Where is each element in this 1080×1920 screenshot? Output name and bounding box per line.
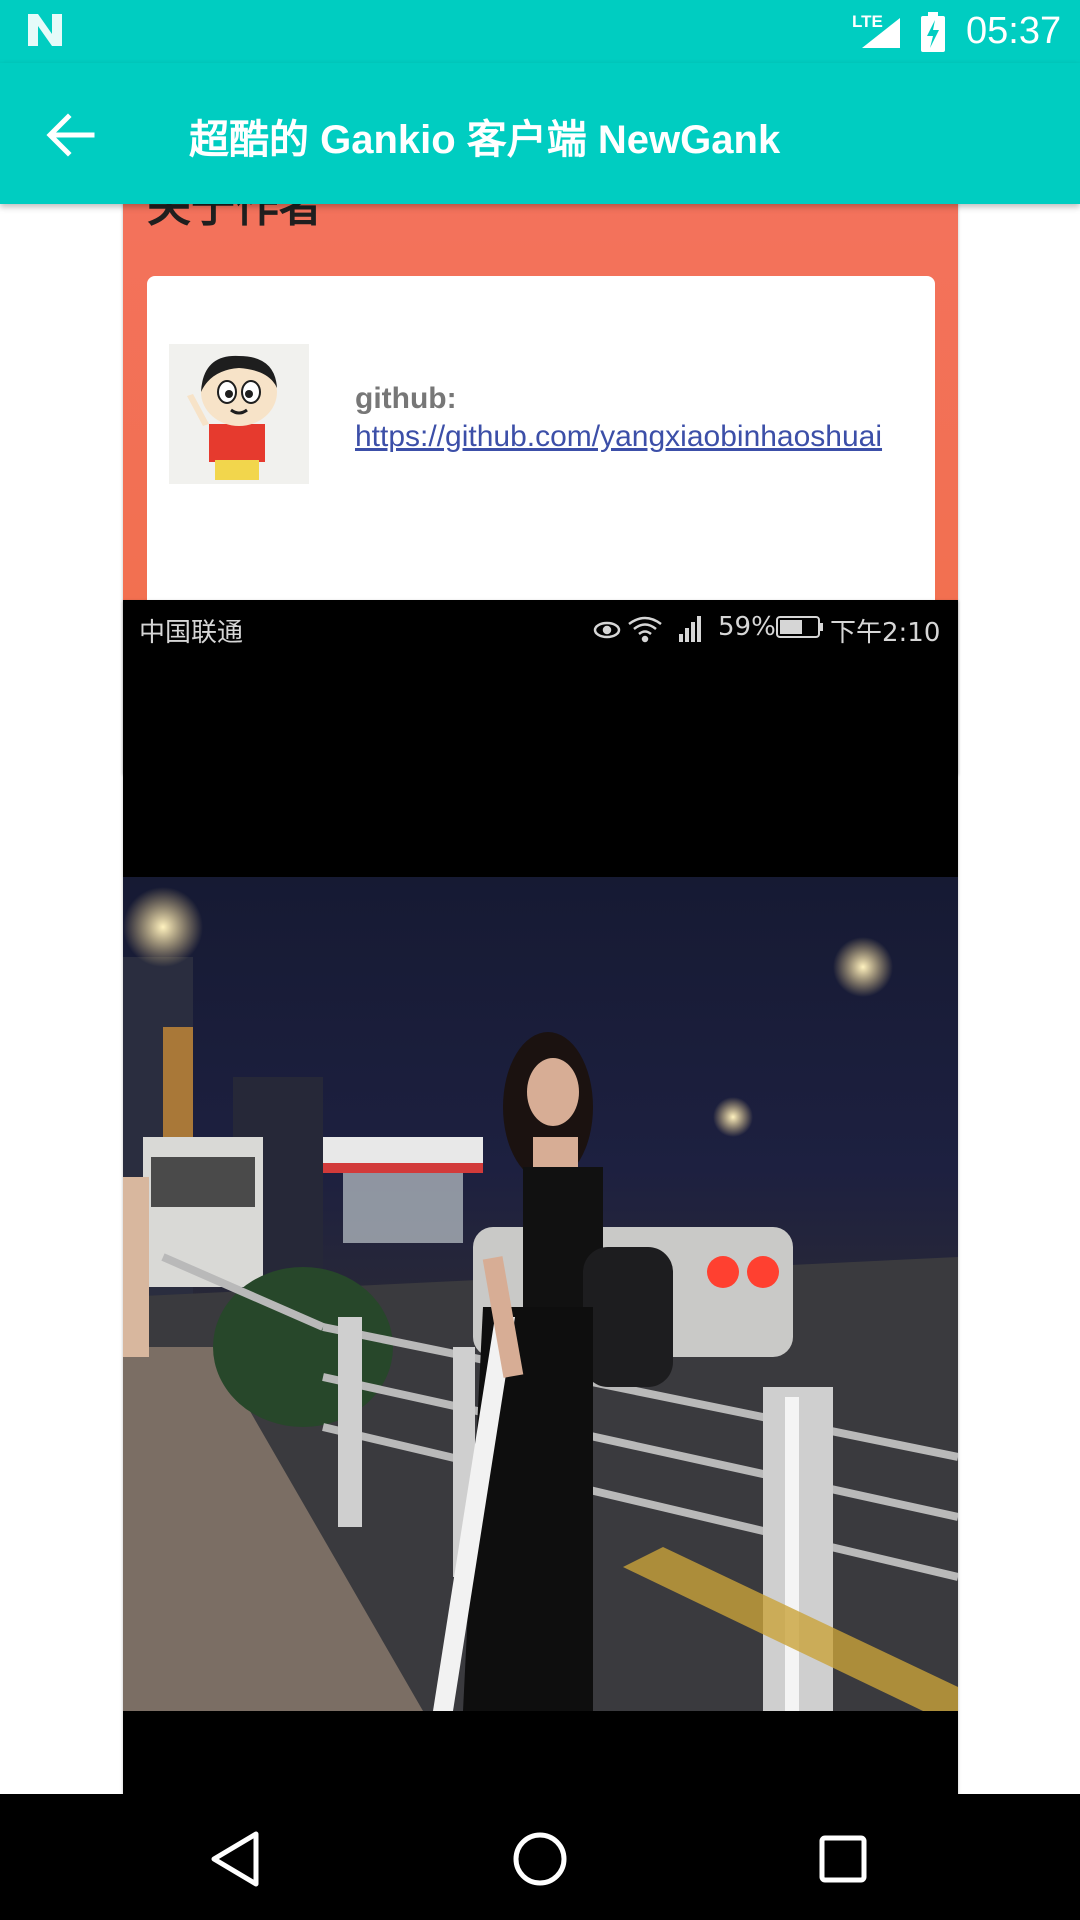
about-heading: 关于作者 (147, 204, 323, 232)
nav-recents-button[interactable] (808, 1824, 878, 1894)
night-street-photo[interactable] (123, 877, 958, 1711)
inner-status-bar: 中国联通 59% 下午2:10 (123, 600, 958, 656)
notification-n-icon (28, 14, 62, 46)
status-icons (593, 616, 701, 643)
lte-signal-icon (862, 18, 900, 48)
system-nav-bar (0, 1794, 1080, 1920)
content-list[interactable]: 关于作者 github: https://github.com/yangxiao… (0, 204, 1080, 1794)
battery-percent: 59% (718, 612, 776, 642)
carrier-name: 中国联通 (139, 618, 244, 648)
back-button[interactable] (40, 105, 100, 165)
nav-home-button[interactable] (505, 1824, 575, 1894)
app-title: 超酷的 Gankio 客户端 NewGank (189, 118, 781, 162)
nav-back-button[interactable] (200, 1824, 270, 1894)
status-time: 05:37 (966, 10, 1062, 52)
github-info: github: https://github.com/yangxiaobinha… (355, 380, 915, 456)
battery-icon (776, 616, 823, 638)
back-triangle-icon (211, 1831, 259, 1887)
wifi-icon (628, 616, 662, 643)
github-link[interactable]: https://github.com/yangxiaobinhaoshuai (355, 420, 882, 453)
github-label: github: (355, 382, 457, 415)
battery-charging-icon (921, 12, 945, 52)
status-bar: LTE 05:37 (0, 0, 1080, 63)
arrow-back-icon (46, 113, 95, 157)
4g-signal-icon (679, 616, 701, 642)
eye-icon (593, 621, 621, 639)
recents-square-icon (819, 1835, 867, 1883)
screenshot-card-photo[interactable]: 中国联通 59% 下午2:10 (123, 600, 958, 1794)
cartoon-avatar-icon (169, 344, 309, 484)
app-bar: 超酷的 Gankio 客户端 NewGank (0, 63, 1080, 204)
home-circle-icon (513, 1832, 567, 1886)
inner-clock: 下午2:10 (830, 618, 941, 648)
